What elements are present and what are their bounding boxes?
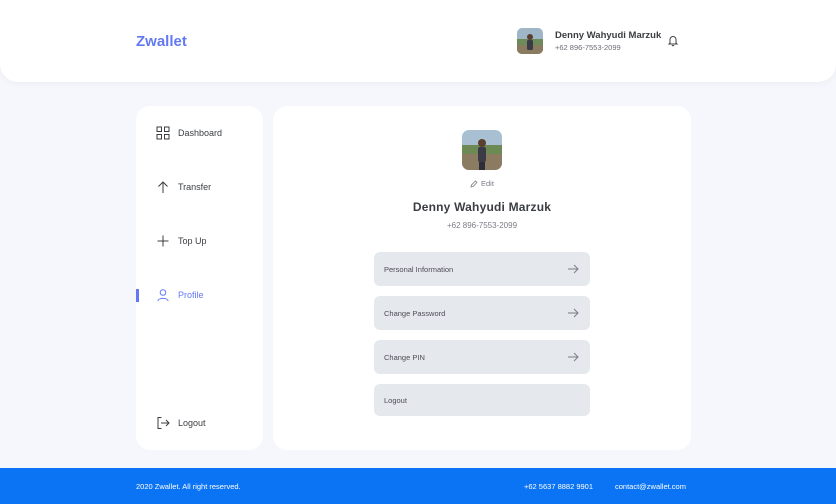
footer-email[interactable]: contact@zwallet.com [615,482,686,491]
sidebar-item-transfer[interactable]: Transfer [156,180,211,194]
header-user-phone: +62 896-7553-2099 [555,43,621,52]
grid-icon [156,126,170,140]
arrow-up-icon [156,180,170,194]
user-icon [156,288,170,302]
arrow-right-icon [568,352,579,362]
bell-icon[interactable] [667,34,679,47]
pencil-icon [470,179,478,188]
profile-avatar [462,130,502,170]
edit-avatar-button[interactable]: Edit [470,179,494,188]
sidebar-item-label: Transfer [178,182,212,192]
brand-logo[interactable]: Zwallet [136,33,187,50]
footer-copyright: 2020 Zwallet. All right reserved. [136,482,241,491]
footer: 2020 Zwallet. All right reserved. +62 56… [0,468,836,504]
menu-button-label: Change PIN [384,352,425,362]
sidebar-item-label: Dashboard [178,128,223,138]
sidebar-item-dashboard[interactable]: Dashboard [156,126,222,140]
sidebar-item-profile[interactable]: Profile [156,288,204,302]
profile-card: Edit Denny Wahyudi Marzuk +62 896-7553-2… [273,106,691,450]
header-user-name: Denny Wahyudi Marzuk [555,30,662,41]
arrow-right-icon [568,308,579,318]
profile-name: Denny Wahyudi Marzuk [412,200,552,214]
menu-button-label: Logout [384,395,407,405]
top-header: Zwallet Denny Wahyudi Marzuk +62 896-755… [0,0,836,82]
profile-phone: +62 896-7553-2099 [446,221,518,230]
change-password-button[interactable]: Change Password [374,296,590,330]
plus-icon [156,234,170,248]
change-pin-button[interactable]: Change PIN [374,340,590,374]
logout-icon [156,416,170,430]
sidebar-nav: Dashboard Transfer Top Up Profile Logout [136,106,263,450]
personal-information-button[interactable]: Personal Information [374,252,590,286]
logout-button[interactable]: Logout [374,384,590,416]
sidebar-logout[interactable]: Logout [156,416,206,430]
header-avatar[interactable] [517,28,543,54]
sidebar-item-label: Top Up [178,236,207,246]
arrow-right-icon [568,264,579,274]
footer-phone: +62 5637 8882 9901 [524,482,594,491]
menu-button-label: Personal Information [384,264,454,274]
sidebar-item-top-up[interactable]: Top Up [156,234,207,248]
sidebar-logout-label: Logout [178,418,206,428]
active-indicator [136,289,139,302]
sidebar-item-label: Profile [178,290,204,300]
edit-label: Edit [481,179,494,188]
menu-button-label: Change Password [384,308,446,318]
